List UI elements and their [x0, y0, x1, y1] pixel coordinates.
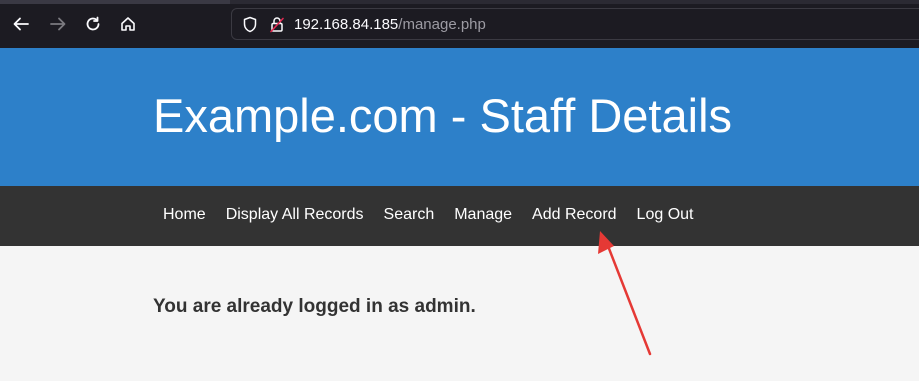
back-arrow-icon[interactable] [9, 12, 33, 36]
home-icon[interactable] [116, 12, 140, 36]
url-path: /manage.php [398, 16, 486, 33]
main-nav: Home Display All Records Search Manage A… [0, 186, 919, 246]
reload-icon[interactable] [81, 12, 105, 36]
nav-link-manage[interactable]: Manage [454, 206, 512, 224]
main-content: You are already logged in as admin. [0, 246, 919, 381]
browser-toolbar: 192.168.84.185/manage.php [0, 0, 919, 48]
active-tab-edge [0, 0, 230, 4]
address-bar[interactable]: 192.168.84.185/manage.php [231, 8, 919, 40]
nav-link-log-out[interactable]: Log Out [637, 206, 694, 224]
nav-link-home[interactable]: Home [163, 206, 206, 224]
page-title: Example.com - Staff Details [153, 89, 733, 142]
nav-link-add-record[interactable]: Add Record [532, 206, 617, 224]
nav-link-display-all-records[interactable]: Display All Records [226, 206, 364, 224]
nav-links: Home Display All Records Search Manage A… [163, 206, 713, 224]
shield-icon[interactable] [242, 16, 258, 38]
forward-arrow-icon[interactable] [46, 12, 70, 36]
nav-link-search[interactable]: Search [384, 206, 435, 224]
insecure-lock-icon[interactable] [269, 16, 285, 38]
login-status-message: You are already logged in as admin. [153, 296, 476, 317]
url-host: 192.168.84.185 [294, 16, 399, 33]
url-text[interactable]: 192.168.84.185/manage.php [294, 16, 486, 33]
site-header: Example.com - Staff Details [0, 48, 919, 186]
